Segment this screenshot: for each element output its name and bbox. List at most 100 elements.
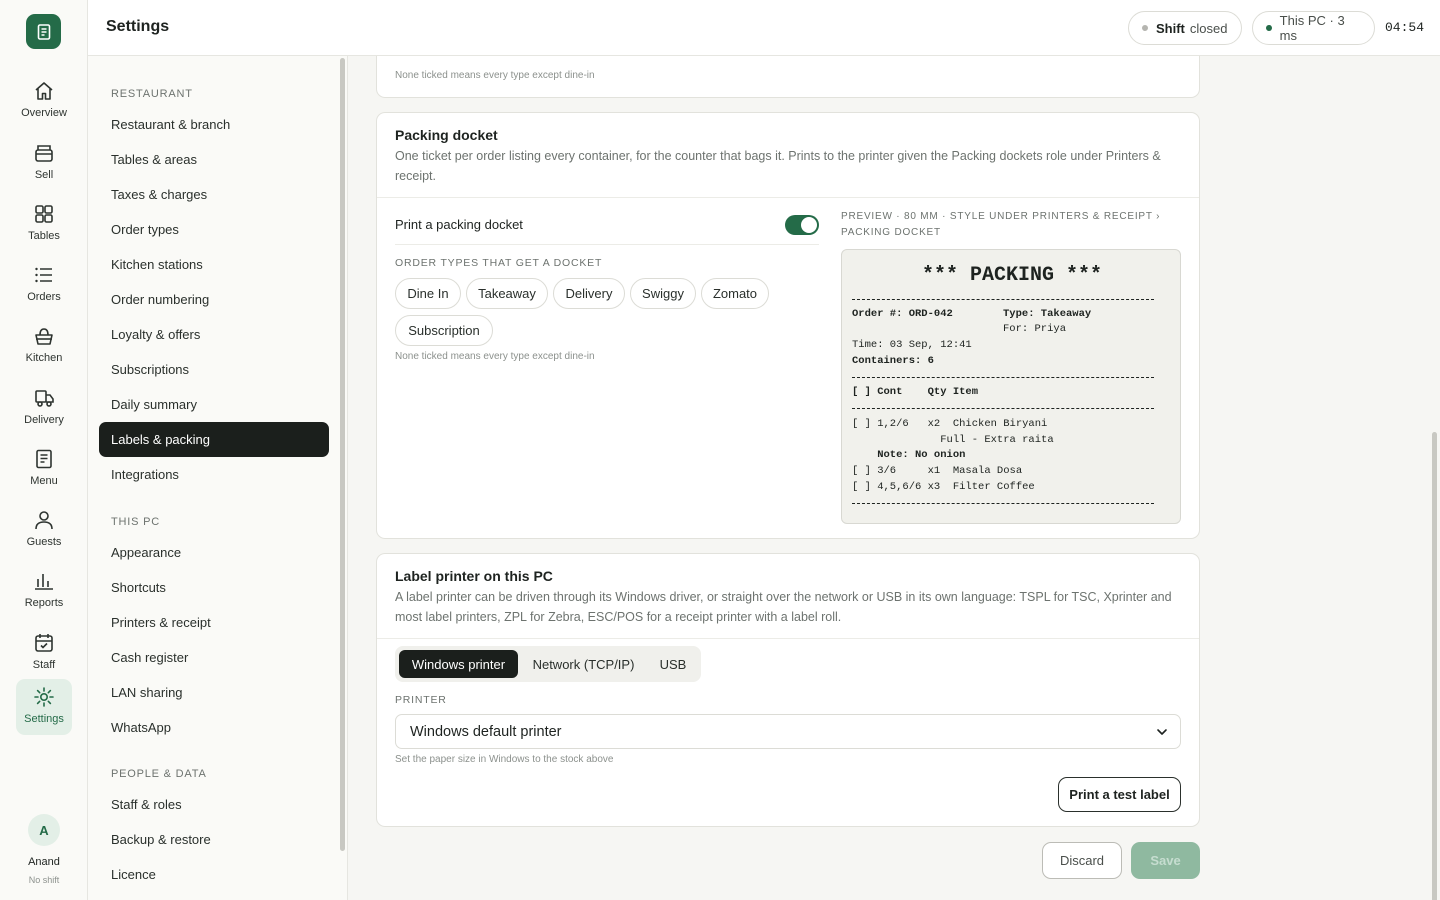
tab-usb[interactable]: USB	[649, 650, 697, 678]
settings-nav: RESTAURANT Restaurant & branch Tables & ar…	[88, 56, 348, 900]
settings-nav-item[interactable]: LAN sharing	[99, 675, 329, 710]
printer-select[interactable]: Windows default printer	[395, 714, 1181, 749]
settings-nav-item[interactable]: Staff & roles	[99, 787, 329, 822]
rail-item-sell[interactable]: Sell	[16, 135, 72, 191]
rail-item-label: Menu	[30, 475, 58, 487]
settings-nav-item[interactable]: Shortcuts	[99, 570, 329, 605]
order-type-chip[interactable]: Delivery	[553, 278, 625, 309]
settings-nav-item[interactable]: Labels & packing	[99, 422, 329, 457]
packing-docket-preview: *** PACKING *** Order #: ORD-042 Type: T…	[841, 249, 1181, 524]
rail-item-menu[interactable]: Menu	[16, 441, 72, 497]
settings-nav-item[interactable]: Integrations	[99, 457, 329, 492]
printer-heading: PRINTER	[395, 694, 447, 706]
home-icon	[35, 82, 53, 100]
receipt-item-line: [ ] 4,5,6/6 x3 Filter Coffee	[852, 481, 1035, 493]
settings-nav-item[interactable]: Appearance	[99, 535, 329, 570]
rail-item-overview[interactable]: Overview	[16, 73, 72, 129]
divider	[395, 244, 819, 245]
receipt-order-number: Order #: ORD-042	[852, 308, 953, 320]
truck-icon	[35, 390, 54, 407]
settings-nav-item[interactable]: Restaurant & branch	[99, 107, 329, 142]
order-type-chip[interactable]: Subscription	[395, 315, 493, 346]
rail-item-delivery[interactable]: Delivery	[16, 380, 72, 436]
settings-content: None ticked means every type except dine…	[348, 56, 1440, 900]
app-logo[interactable]	[26, 14, 61, 49]
receipt-divider	[852, 408, 1154, 409]
basket-icon	[35, 328, 53, 345]
settings-nav-item[interactable]: Printers & receipt	[99, 605, 329, 640]
content-scrollbar[interactable]	[1432, 432, 1437, 900]
rail-item-label: Reports	[24, 597, 64, 609]
order-type-chip[interactable]: Dine In	[395, 278, 461, 309]
rail-item-label: Orders	[27, 291, 61, 303]
chevron-down-icon	[1157, 729, 1167, 735]
settings-nav-item[interactable]: Subscriptions	[99, 352, 329, 387]
order-type-chip[interactable]: Zomato	[701, 278, 769, 309]
settings-nav-item[interactable]: Daily summary	[99, 387, 329, 422]
receipt-containers: Containers: 6	[852, 355, 934, 367]
receipt-customer: For: Priya	[1003, 323, 1067, 335]
packing-docket-card: Packing docket One ticket per order list…	[376, 112, 1200, 539]
rail-item-reports[interactable]: Reports	[16, 563, 72, 619]
rail-item-label: Delivery	[24, 414, 64, 426]
print-packing-docket-toggle[interactable]	[785, 215, 819, 235]
shift-state: closed	[1189, 20, 1228, 36]
connection-dot	[1266, 25, 1272, 31]
settings-nav-item[interactable]: Kitchen stations	[99, 247, 329, 282]
top-bar: Settings Shift closed This PC · 3 ms 04:…	[88, 0, 1440, 56]
receipt-item-note: Note: No onion	[852, 449, 966, 461]
shift-status-pill[interactable]: Shift closed	[1128, 11, 1242, 45]
shift-status-dot	[1142, 25, 1148, 31]
settings-nav-item[interactable]: Loyalty & offers	[99, 317, 329, 352]
preview-caption-link[interactable]: PACKING DOCKET	[841, 227, 941, 238]
rail-item-label: Sell	[34, 169, 54, 181]
receipt-item-line: Full - Extra raita	[852, 434, 1054, 446]
rail-item-guests[interactable]: Guests	[16, 502, 72, 558]
current-user[interactable]: A Anand No shift	[0, 814, 88, 885]
settings-nav-item[interactable]: Cash register	[99, 640, 329, 675]
settings-nav-item[interactable]: Order numbering	[99, 282, 329, 317]
receipt-logo-icon	[37, 23, 50, 40]
save-button[interactable]: Save	[1131, 842, 1200, 879]
label-printer-card: Label printer on this PC A label printer…	[376, 553, 1200, 827]
settings-nav-item[interactable]: Licence	[99, 857, 329, 892]
receipt-divider	[852, 299, 1154, 300]
rail-item-label: Guests	[26, 536, 62, 548]
bar-chart-icon	[35, 574, 53, 590]
receipt-header: *** PACKING ***	[921, 264, 1103, 287]
packing-docket-description: One ticket per order listing every conta…	[395, 149, 1161, 183]
discard-button[interactable]: Discard	[1042, 842, 1122, 879]
settings-nav-scrollbar[interactable]	[340, 58, 345, 851]
tab-windows-printer[interactable]: Windows printer	[399, 650, 518, 678]
list-icon	[35, 267, 52, 283]
tab-network[interactable]: Network (TCP/IP)	[520, 650, 647, 678]
calendar-icon	[35, 634, 53, 652]
receipt-item-line: [ ] 1,2/6 x2 Chicken Biryani	[852, 418, 1048, 430]
gear-icon	[34, 687, 54, 707]
settings-nav-item[interactable]: Backup & restore	[99, 822, 329, 857]
order-type-chip[interactable]: Swiggy	[630, 278, 696, 309]
grid-icon	[35, 205, 53, 223]
settings-nav-item[interactable]: Order types	[99, 212, 329, 247]
rail-item-kitchen[interactable]: Kitchen	[16, 318, 72, 374]
connection-pill[interactable]: This PC · 3 ms	[1252, 11, 1375, 45]
rail-item-orders[interactable]: Orders	[16, 257, 72, 313]
settings-section-heading: PEOPLE & DATA	[111, 768, 207, 780]
settings-nav-item[interactable]: WhatsApp	[99, 710, 329, 745]
rail-item-tables[interactable]: Tables	[16, 196, 72, 252]
settings-nav-item[interactable]: Tables & areas	[99, 142, 329, 177]
rail-item-label: Tables	[28, 230, 60, 242]
rail-item-label: Settings	[24, 713, 64, 725]
settings-nav-item[interactable]: Taxes & charges	[99, 177, 329, 212]
person-icon	[35, 511, 53, 530]
rail-item-label: Kitchen	[25, 352, 63, 364]
page-title: Settings	[106, 18, 170, 35]
order-type-chip[interactable]: Takeaway	[466, 278, 548, 309]
order-types-heading: ORDER TYPES THAT GET A DOCKET	[395, 257, 603, 269]
rail-item-staff[interactable]: Staff	[16, 625, 72, 681]
print-test-label-button[interactable]: Print a test label	[1058, 777, 1181, 812]
order-types-hint: None ticked means every type except dine…	[395, 70, 595, 81]
app-rail: Overview Sell Tables Orders Kitchen Delivery M…	[0, 0, 88, 900]
rail-item-settings[interactable]: Settings	[16, 679, 72, 735]
document-icon	[36, 449, 52, 469]
